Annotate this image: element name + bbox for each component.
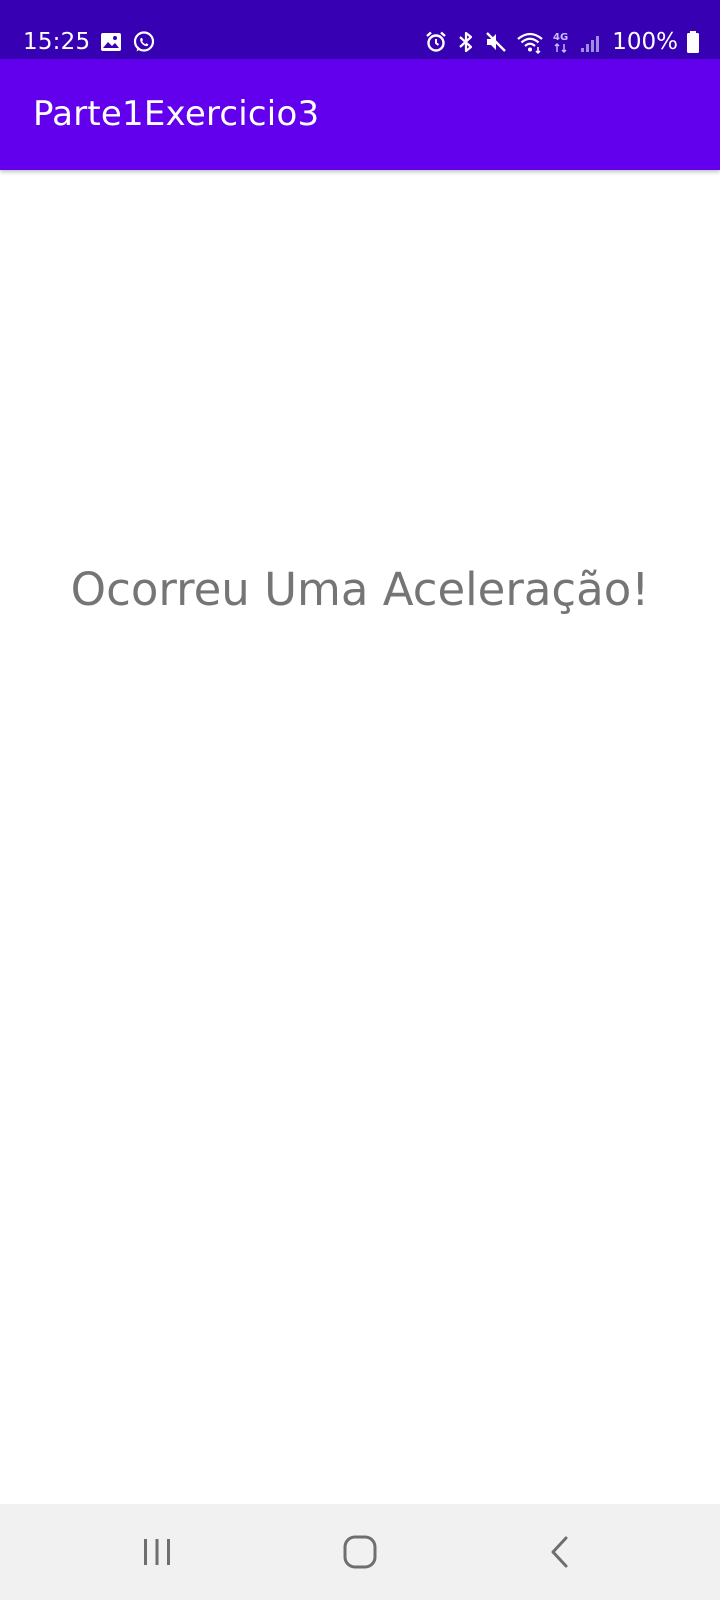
- status-right: 4G 100%: [424, 28, 700, 56]
- status-bar: 15:25 4G 100%: [0, 0, 720, 59]
- mute-icon: [484, 30, 508, 54]
- back-icon: [546, 1534, 574, 1570]
- recent-apps-button[interactable]: [107, 1504, 207, 1600]
- back-button[interactable]: [510, 1504, 610, 1600]
- recent-apps-icon: [141, 1536, 173, 1568]
- acceleration-message: Ocorreu Uma Aceleração!: [70, 563, 650, 616]
- network-label: 4G: [553, 32, 568, 43]
- wifi-icon: [516, 30, 544, 54]
- signal-icon: [580, 30, 602, 54]
- app-bar: Parte1Exercicio3: [0, 59, 720, 170]
- app-title: Parte1Exercicio3: [33, 94, 320, 134]
- home-button[interactable]: [310, 1504, 410, 1600]
- navigation-bar: [0, 1504, 720, 1600]
- bluetooth-icon: [456, 30, 476, 54]
- status-time: 15:25: [23, 29, 91, 55]
- status-left: 15:25: [23, 28, 156, 56]
- home-icon: [342, 1534, 378, 1570]
- battery-percent: 100%: [612, 29, 678, 55]
- whatsapp-icon: [132, 30, 156, 54]
- alarm-icon: [424, 30, 448, 54]
- image-icon: [100, 32, 122, 52]
- battery-icon: [686, 30, 700, 54]
- network-4g-icon: 4G: [552, 30, 572, 54]
